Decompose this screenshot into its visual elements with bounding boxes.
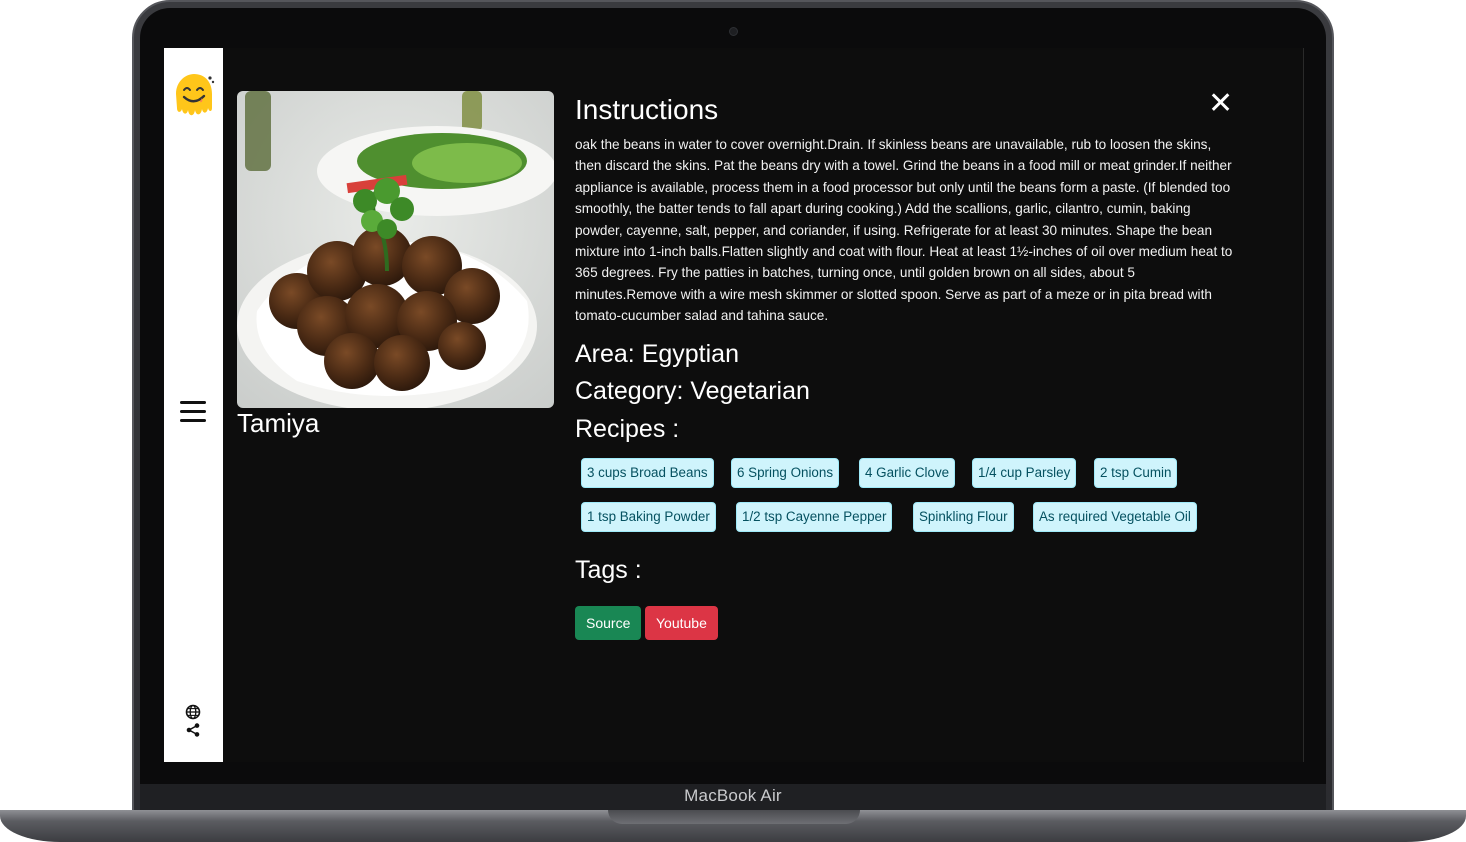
laptop-base-notch — [608, 810, 860, 824]
meal-name: Tamiya — [237, 408, 320, 438]
meal-photo — [237, 91, 554, 408]
ingredient-chip: 3 cups Broad Beans — [581, 458, 714, 488]
sidebar — [164, 48, 223, 762]
camera-icon — [729, 27, 738, 36]
instructions-title: Instructions — [575, 94, 719, 125]
ingredient-chip: 1/4 cup Parsley — [972, 458, 1077, 488]
hamburger-menu-icon[interactable] — [180, 401, 206, 423]
ingredient-chip: 1/2 tsp Cayenne Pepper — [736, 502, 893, 532]
ingredient-chip: As required Vegetable Oil — [1033, 502, 1197, 532]
youtube-button[interactable]: Youtube — [645, 606, 718, 640]
ingredient-chip: 1 tsp Baking Powder — [581, 502, 716, 532]
tags-heading: Tags : — [575, 556, 642, 584]
share-icon[interactable] — [186, 722, 200, 737]
app-screen: Tamiya Instructions ✕ oak the beans in w… — [164, 48, 1304, 762]
meal-category: Category: Vegetarian — [575, 377, 810, 405]
device-label: MacBook Air — [684, 786, 782, 805]
meal-area: Area: Egyptian — [575, 340, 739, 368]
globe-icon[interactable] — [185, 704, 201, 720]
smiley-logo-icon[interactable] — [172, 72, 216, 122]
recipes-heading: Recipes : — [575, 415, 680, 443]
ingredient-chip: 6 Spring Onions — [731, 458, 840, 488]
source-button[interactable]: Source — [575, 606, 642, 640]
ingredient-chip: 4 Garlic Clove — [859, 458, 956, 488]
close-icon[interactable]: ✕ — [1208, 89, 1233, 119]
laptop-mockup: Tamiya Instructions ✕ oak the beans in w… — [0, 0, 1466, 842]
ingredient-chip: 2 tsp Cumin — [1094, 458, 1178, 488]
ingredient-chip: Spinkling Flour — [913, 502, 1014, 532]
instructions-text: oak the beans in water to cover overnigh… — [575, 137, 1233, 324]
